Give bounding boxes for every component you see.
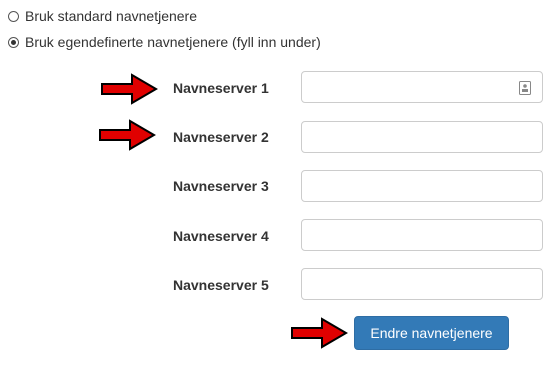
nameserver-1-input[interactable] (301, 71, 543, 103)
red-arrow-icon (99, 119, 156, 151)
nameserver-4-input[interactable] (301, 219, 543, 251)
radio-standard-label: Bruk standard navnetjenere (25, 8, 197, 24)
nameserver-1-label: Navneserver 1 (173, 80, 269, 96)
nameserver-5-label: Navneserver 5 (173, 277, 269, 293)
contact-card-icon[interactable] (519, 81, 531, 95)
radio-button-unchecked[interactable] (8, 10, 19, 22)
red-arrow-icon (291, 317, 348, 349)
radio-custom-nameservers[interactable]: Bruk egendefinerte navnetjenere (fyll in… (8, 33, 321, 51)
nameserver-3-input[interactable] (301, 170, 543, 202)
radio-button-checked[interactable] (8, 36, 19, 48)
nameserver-3-label: Navneserver 3 (173, 178, 269, 194)
radio-standard-nameservers[interactable]: Bruk standard navnetjenere (8, 7, 197, 25)
nameserver-4-label: Navneserver 4 (173, 228, 269, 244)
nameserver-2-input[interactable] (301, 121, 543, 153)
radio-custom-label: Bruk egendefinerte navnetjenere (fyll in… (25, 34, 321, 50)
nameserver-2-label: Navneserver 2 (173, 129, 269, 145)
red-arrow-icon (101, 73, 158, 105)
change-nameservers-button[interactable]: Endre navnetjenere (354, 316, 509, 350)
nameserver-5-input[interactable] (301, 268, 543, 300)
